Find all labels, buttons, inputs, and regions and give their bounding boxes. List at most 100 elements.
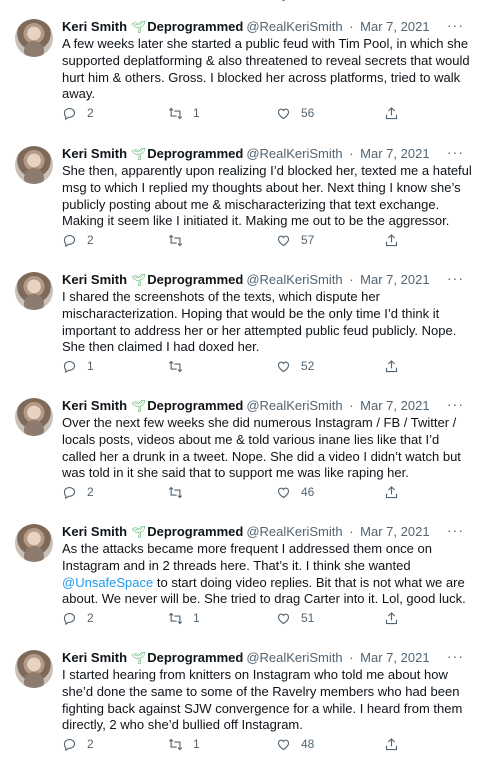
more-icon[interactable]: ··· [447, 522, 464, 538]
author-name[interactable]: Keri Smith [62, 272, 127, 287]
sprout-icon: 🌱︎ [131, 399, 147, 413]
tweet[interactable]: Keri Smith 🌱︎Deprogrammed @RealKeriSmith ·… [0, 134, 480, 260]
tweet-header: Keri Smith 🌱︎Deprogrammed @RealKeriSmith ·… [62, 19, 430, 34]
more-icon[interactable]: ··· [447, 144, 464, 160]
retweet-button[interactable] [168, 484, 193, 500]
author-badge[interactable]: Deprogrammed [147, 19, 243, 34]
tweet-text: She then, apparently upon realizing I’d … [62, 163, 472, 229]
author-handle[interactable]: @RealKeriSmith [246, 650, 342, 665]
tweet-actions: 2 46 [62, 484, 422, 500]
like-button[interactable]: 48 [276, 736, 314, 752]
reply-icon [62, 106, 77, 121]
like-button[interactable]: 46 [276, 484, 314, 500]
mention-link[interactable]: @UnsafeSpace [62, 575, 153, 590]
share-button[interactable] [384, 232, 399, 248]
tweet[interactable]: Keri Smith 🌱︎Deprogrammed @RealKeriSmith ·… [0, 260, 480, 386]
retweet-count: 1 [193, 737, 200, 751]
retweet-button[interactable]: 1 [168, 610, 200, 626]
tweet-date[interactable]: Mar 7, 2021 [360, 398, 429, 413]
tweet-actions: 2 1 48 [62, 736, 422, 752]
tweet-date[interactable]: Mar 7, 2021 [360, 19, 429, 34]
tweet-header: Keri Smith 🌱︎Deprogrammed @RealKeriSmith ·… [62, 398, 430, 413]
more-icon[interactable]: ··· [447, 270, 464, 286]
retweet-button[interactable] [168, 358, 193, 374]
author-badge[interactable]: Deprogrammed [147, 524, 243, 539]
tweet-date[interactable]: Mar 7, 2021 [360, 524, 429, 539]
avatar[interactable] [15, 19, 53, 57]
more-icon[interactable]: ··· [447, 17, 464, 33]
reply-button[interactable]: 2 [62, 105, 94, 121]
author-badge[interactable]: Deprogrammed [147, 146, 243, 161]
reply-button[interactable]: 2 [62, 610, 94, 626]
reply-button[interactable]: 1 [62, 358, 94, 374]
retweet-button[interactable]: 1 [168, 736, 200, 752]
author-badge[interactable]: Deprogrammed [147, 272, 243, 287]
avatar[interactable] [15, 524, 53, 562]
share-button[interactable] [384, 736, 399, 752]
tweet-date[interactable]: Mar 7, 2021 [360, 272, 429, 287]
share-icon [384, 359, 399, 374]
like-button[interactable]: 69 [276, 0, 314, 3]
share-button[interactable] [384, 105, 399, 121]
like-button[interactable]: 51 [276, 610, 314, 626]
like-icon [276, 106, 291, 121]
tweet-actions: 2 57 [62, 232, 422, 248]
retweet-count: 1 [193, 106, 200, 120]
like-count: 52 [301, 359, 315, 373]
share-icon [384, 737, 399, 752]
reply-button[interactable]: 2 [62, 484, 94, 500]
reply-count: 2 [87, 106, 94, 120]
author-badge[interactable]: Deprogrammed [147, 398, 243, 413]
avatar[interactable] [15, 650, 53, 688]
author-name[interactable]: Keri Smith [62, 398, 127, 413]
share-icon [384, 485, 399, 500]
sprout-icon: 🌱︎ [131, 147, 147, 161]
retweet-icon [168, 359, 183, 374]
retweet-button[interactable] [168, 232, 193, 248]
avatar[interactable] [15, 272, 53, 310]
like-count: 69 [301, 0, 314, 2]
like-icon [276, 611, 291, 626]
tweet-date[interactable]: Mar 7, 2021 [360, 650, 429, 665]
reply-icon [62, 359, 77, 374]
author-name[interactable]: Keri Smith [62, 146, 127, 161]
like-count: 56 [301, 106, 315, 120]
like-button[interactable]: 57 [276, 232, 314, 248]
tweet-actions: 2 1 56 [62, 105, 422, 121]
tweet-text: I shared the screenshots of the texts, w… [62, 289, 457, 355]
reply-button[interactable]: 2 [62, 736, 94, 752]
timeline: 69 Keri Smith🌱︎Deprogrammed@RealKeriSmit… [0, 0, 480, 759]
tweet-date[interactable]: Mar 7, 2021 [360, 146, 429, 161]
tweet[interactable]: Keri Smith 🌱︎Deprogrammed @RealKeriSmith ·… [0, 638, 480, 759]
like-count: 51 [301, 611, 315, 625]
like-button[interactable]: 52 [276, 358, 314, 374]
more-icon[interactable]: ··· [447, 648, 464, 664]
author-handle[interactable]: @RealKeriSmith [246, 524, 342, 539]
author-handle[interactable]: @RealKeriSmith [246, 19, 342, 34]
tweet[interactable]: Keri Smith 🌱︎Deprogrammed @RealKeriSmith ·… [0, 386, 480, 512]
share-button[interactable] [384, 610, 399, 626]
share-button[interactable] [384, 358, 399, 374]
avatar[interactable] [15, 146, 53, 184]
author-handle[interactable]: @RealKeriSmith [246, 398, 342, 413]
tweet-actions: 69 [62, 0, 422, 3]
avatar[interactable] [15, 398, 53, 436]
share-button[interactable] [384, 484, 399, 500]
author-handle[interactable]: @RealKeriSmith [246, 272, 342, 287]
tweet[interactable]: Keri Smith 🌱︎Deprogrammed @RealKeriSmith ·… [0, 7, 480, 134]
retweet-icon [168, 611, 183, 626]
tweet-header: Keri Smith 🌱︎Deprogrammed @RealKeriSmith ·… [62, 146, 430, 161]
retweet-button[interactable]: 1 [168, 105, 200, 121]
previous-tweet-actions: 69 [0, 0, 480, 7]
like-count: 46 [301, 485, 315, 499]
tweet[interactable]: Keri Smith 🌱︎Deprogrammed @RealKeriSmith ·… [0, 512, 480, 638]
like-button[interactable]: 56 [276, 105, 314, 121]
author-name[interactable]: Keri Smith [62, 524, 127, 539]
author-badge[interactable]: Deprogrammed [147, 650, 243, 665]
author-name[interactable]: Keri Smith [62, 19, 127, 34]
reply-button[interactable]: 2 [62, 232, 94, 248]
tweet-header: Keri Smith 🌱︎Deprogrammed @RealKeriSmith ·… [62, 650, 430, 665]
more-icon[interactable]: ··· [447, 396, 464, 412]
author-handle[interactable]: @RealKeriSmith [246, 146, 342, 161]
author-name[interactable]: Keri Smith [62, 650, 127, 665]
